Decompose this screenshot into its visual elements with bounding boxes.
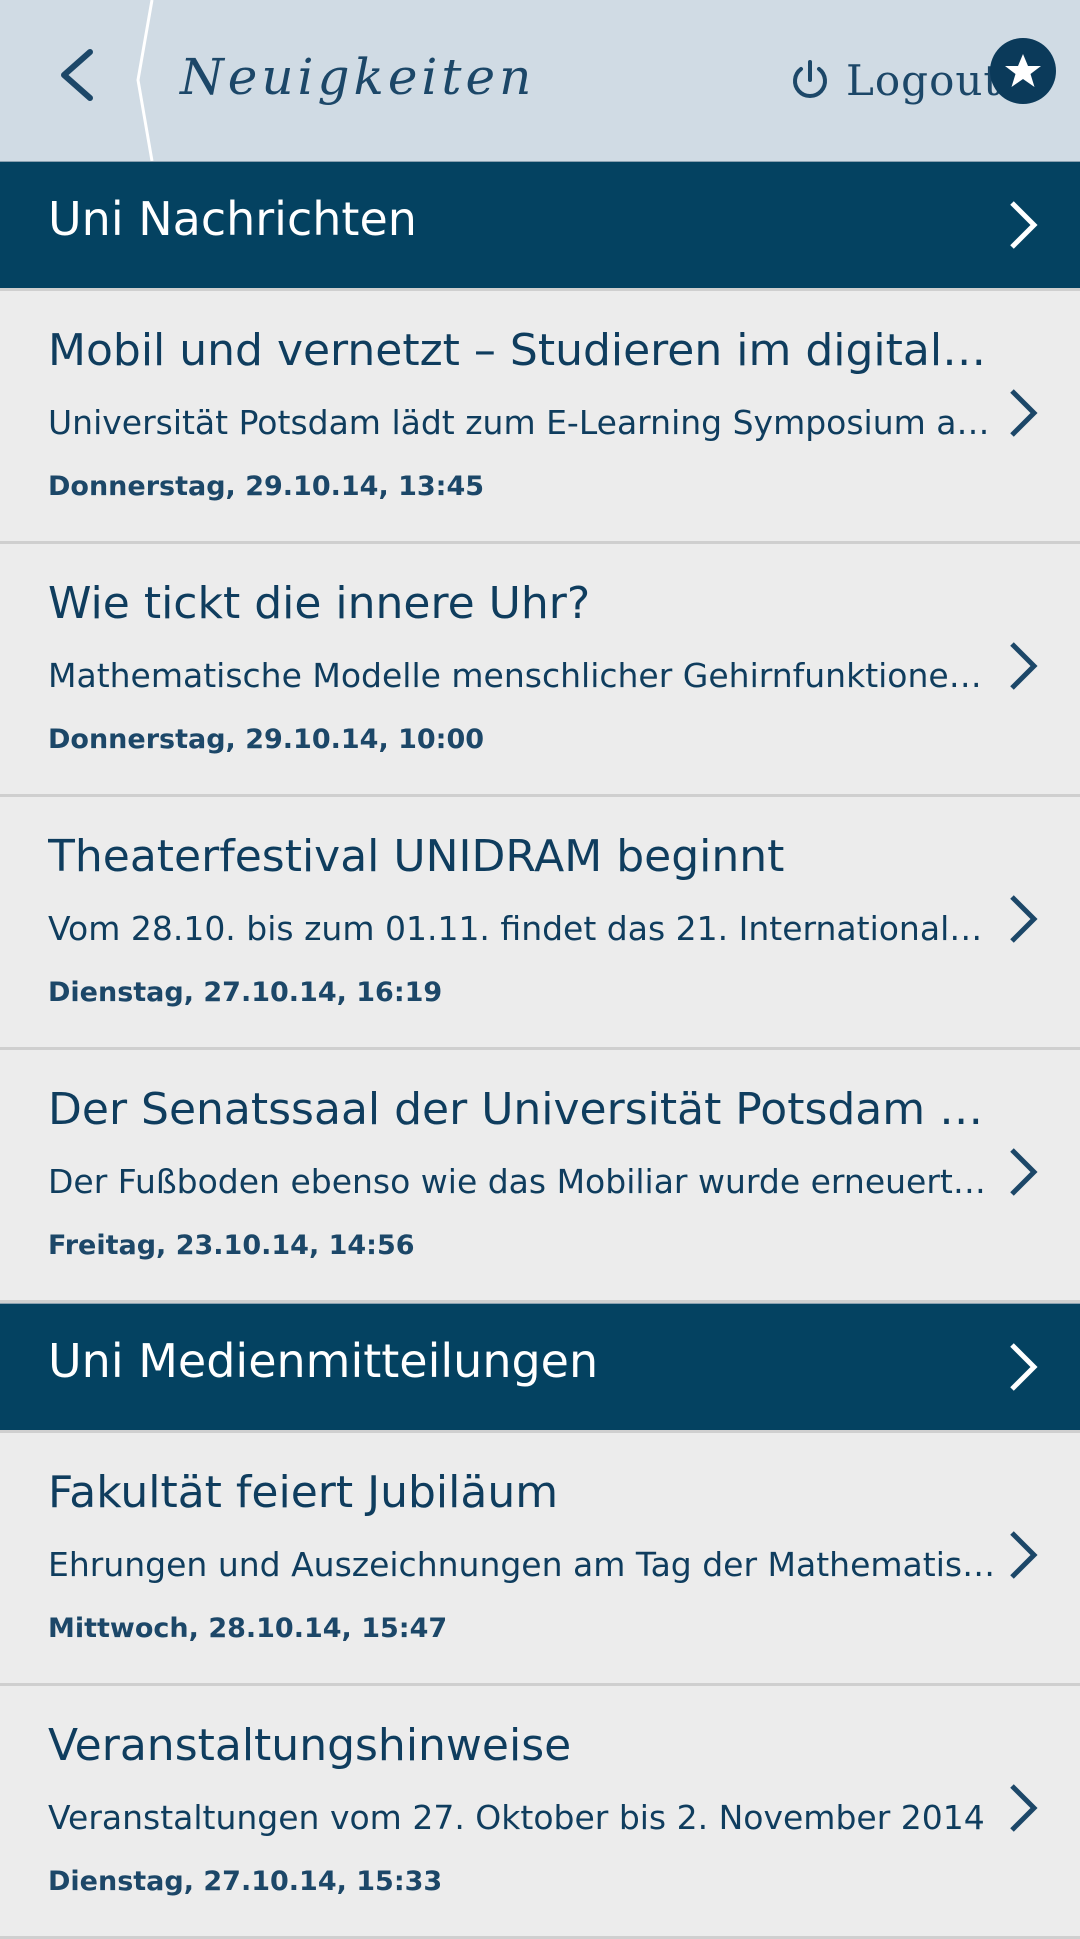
chevron-right-icon <box>1010 1148 1038 1196</box>
chevron-right-icon <box>1010 389 1038 437</box>
news-item[interactable]: Wie tickt die innere Uhr? Mathematische … <box>0 544 1080 797</box>
page-title: Neuigkeiten <box>180 48 536 106</box>
news-date: Donnerstag, 29.10.14, 13:45 <box>48 471 485 502</box>
logout-label: Logout <box>846 55 1002 105</box>
news-title: Fakultät feiert Jubiläum <box>48 1467 559 1518</box>
news-subtitle: Mathematische Modelle menschlicher Gehir… <box>48 656 996 695</box>
chevron-right-icon <box>1010 642 1038 690</box>
header-divider <box>136 0 154 161</box>
news-item[interactable]: Theaterfestival UNIDRAM beginnt Vom 28.1… <box>0 797 1080 1050</box>
news-date: Donnerstag, 29.10.14, 10:00 <box>48 724 485 755</box>
section-header-uni-nachrichten[interactable]: Uni Nachrichten <box>0 161 1080 288</box>
news-date: Freitag, 23.10.14, 14:56 <box>48 1230 415 1261</box>
section-header-uni-medienmitteilungen[interactable]: Uni Medienmitteilungen <box>0 1303 1080 1430</box>
chevron-right-icon <box>1010 1343 1038 1391</box>
news-date: Mittwoch, 28.10.14, 15:47 <box>48 1613 448 1644</box>
news-title: Veranstaltungshinweise <box>48 1720 572 1771</box>
section-title: Uni Nachrichten <box>48 192 417 246</box>
back-button[interactable] <box>40 30 120 120</box>
app-header: Neuigkeiten Logout <box>0 0 1080 161</box>
news-subtitle: Vom 28.10. bis zum 01.11. findet das 21.… <box>48 909 996 948</box>
chevron-right-icon <box>1010 1531 1038 1579</box>
news-item[interactable]: Veranstaltungshinweise Veranstaltungen v… <box>0 1686 1080 1939</box>
chevron-right-icon <box>1010 201 1038 249</box>
favorites-button[interactable] <box>990 38 1056 104</box>
news-title: Der Senatssaal der Universität Potsdam e… <box>48 1084 1008 1135</box>
news-item[interactable]: Der Senatssaal der Universität Potsdam e… <box>0 1050 1080 1303</box>
chevron-right-icon <box>1010 895 1038 943</box>
news-item[interactable]: Mobil und vernetzt – Studieren im digita… <box>0 288 1080 544</box>
news-title: Theaterfestival UNIDRAM beginnt <box>48 831 785 882</box>
news-subtitle: Der Fußboden ebenso wie das Mobiliar wur… <box>48 1162 996 1201</box>
news-subtitle: Veranstaltungen vom 27. Oktober bis 2. N… <box>48 1798 985 1837</box>
news-title: Wie tickt die innere Uhr? <box>48 578 591 629</box>
news-title: Mobil und vernetzt – Studieren im digita… <box>48 325 1008 376</box>
news-date: Dienstag, 27.10.14, 16:19 <box>48 977 443 1008</box>
power-icon <box>793 60 827 98</box>
news-subtitle: Ehrungen und Auszeichnungen am Tag der M… <box>48 1545 996 1584</box>
chevron-left-icon <box>61 49 93 101</box>
news-item[interactable]: Fakultät feiert Jubiläum Ehrungen und Au… <box>0 1430 1080 1686</box>
news-date: Dienstag, 27.10.14, 15:33 <box>48 1866 443 1897</box>
logout-button[interactable]: Logout <box>788 48 1001 112</box>
chevron-right-icon <box>1010 1784 1038 1832</box>
news-subtitle: Universität Potsdam lädt zum E-Learning … <box>48 403 996 442</box>
section-title: Uni Medienmitteilungen <box>48 1334 599 1388</box>
star-icon <box>1005 54 1041 87</box>
